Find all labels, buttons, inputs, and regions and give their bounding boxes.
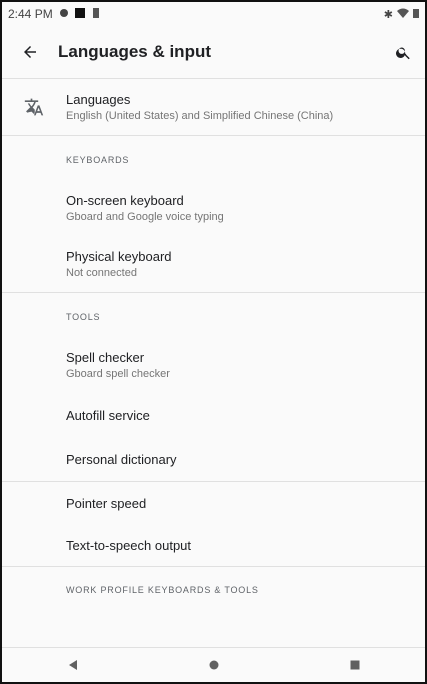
- autofill-item[interactable]: Autofill service: [2, 393, 425, 437]
- home-circle-icon: [209, 660, 218, 670]
- navigation-bar: [2, 647, 425, 682]
- onscreen-title: On-screen keyboard: [66, 193, 184, 208]
- wifi-icon: [397, 8, 409, 21]
- recents-square-icon: [350, 660, 359, 670]
- nav-back-button[interactable]: [61, 653, 85, 677]
- nav-recents-button[interactable]: [343, 653, 367, 677]
- onscreen-subtitle: Gboard and Google voice typing: [66, 211, 224, 223]
- spell-checker-item[interactable]: Spell checker Gboard spell checker: [2, 337, 425, 393]
- translate-icon: [24, 98, 44, 116]
- search-icon: [395, 47, 410, 59]
- back-triangle-icon: [68, 660, 77, 670]
- pointer-title: Pointer speed: [66, 495, 147, 511]
- google-icon: [59, 7, 69, 21]
- media-icon: [74, 7, 85, 21]
- tts-title: Text-to-speech output: [66, 537, 192, 553]
- tts-item[interactable]: Text-to-speech output: [2, 524, 425, 566]
- physical-keyboard-item[interactable]: Physical keyboard Not connected: [2, 236, 425, 292]
- status-bar: 2:44 PM ✱: [2, 2, 425, 26]
- back-arrow-icon: [24, 46, 36, 58]
- languages-item[interactable]: Languages English (United States) and Si…: [2, 79, 425, 135]
- pointer-speed-item[interactable]: Pointer speed: [2, 482, 425, 524]
- languages-title: Languages: [66, 92, 131, 107]
- battery-icon: [413, 8, 419, 21]
- section-keyboards: KEYBOARDS: [66, 155, 130, 165]
- section-tools: TOOLS: [66, 312, 101, 322]
- status-time: 2:44 PM: [8, 7, 53, 21]
- physical-subtitle: Not connected: [66, 267, 137, 279]
- dictionary-title: Personal dictionary: [66, 451, 177, 467]
- search-button[interactable]: [381, 44, 425, 61]
- autofill-title: Autofill service: [66, 407, 150, 423]
- physical-title: Physical keyboard: [66, 249, 172, 264]
- onscreen-keyboard-item[interactable]: On-screen keyboard Gboard and Google voi…: [2, 180, 425, 236]
- bluetooth-icon: ✱: [383, 8, 393, 21]
- back-button[interactable]: [2, 43, 58, 61]
- spell-subtitle: Gboard spell checker: [66, 368, 170, 380]
- section-work-profile: WORK PROFILE KEYBOARDS & TOOLS: [66, 585, 259, 595]
- nav-home-button[interactable]: [202, 653, 226, 677]
- app-bar: Languages & input: [2, 26, 425, 78]
- settings-list: Languages English (United States) and Si…: [2, 78, 425, 611]
- page-title: Languages & input: [58, 42, 211, 61]
- languages-subtitle: English (United States) and Simplified C…: [66, 110, 334, 122]
- spell-title: Spell checker: [66, 350, 145, 365]
- personal-dictionary-item[interactable]: Personal dictionary: [2, 437, 425, 481]
- sim-icon: [91, 7, 101, 21]
